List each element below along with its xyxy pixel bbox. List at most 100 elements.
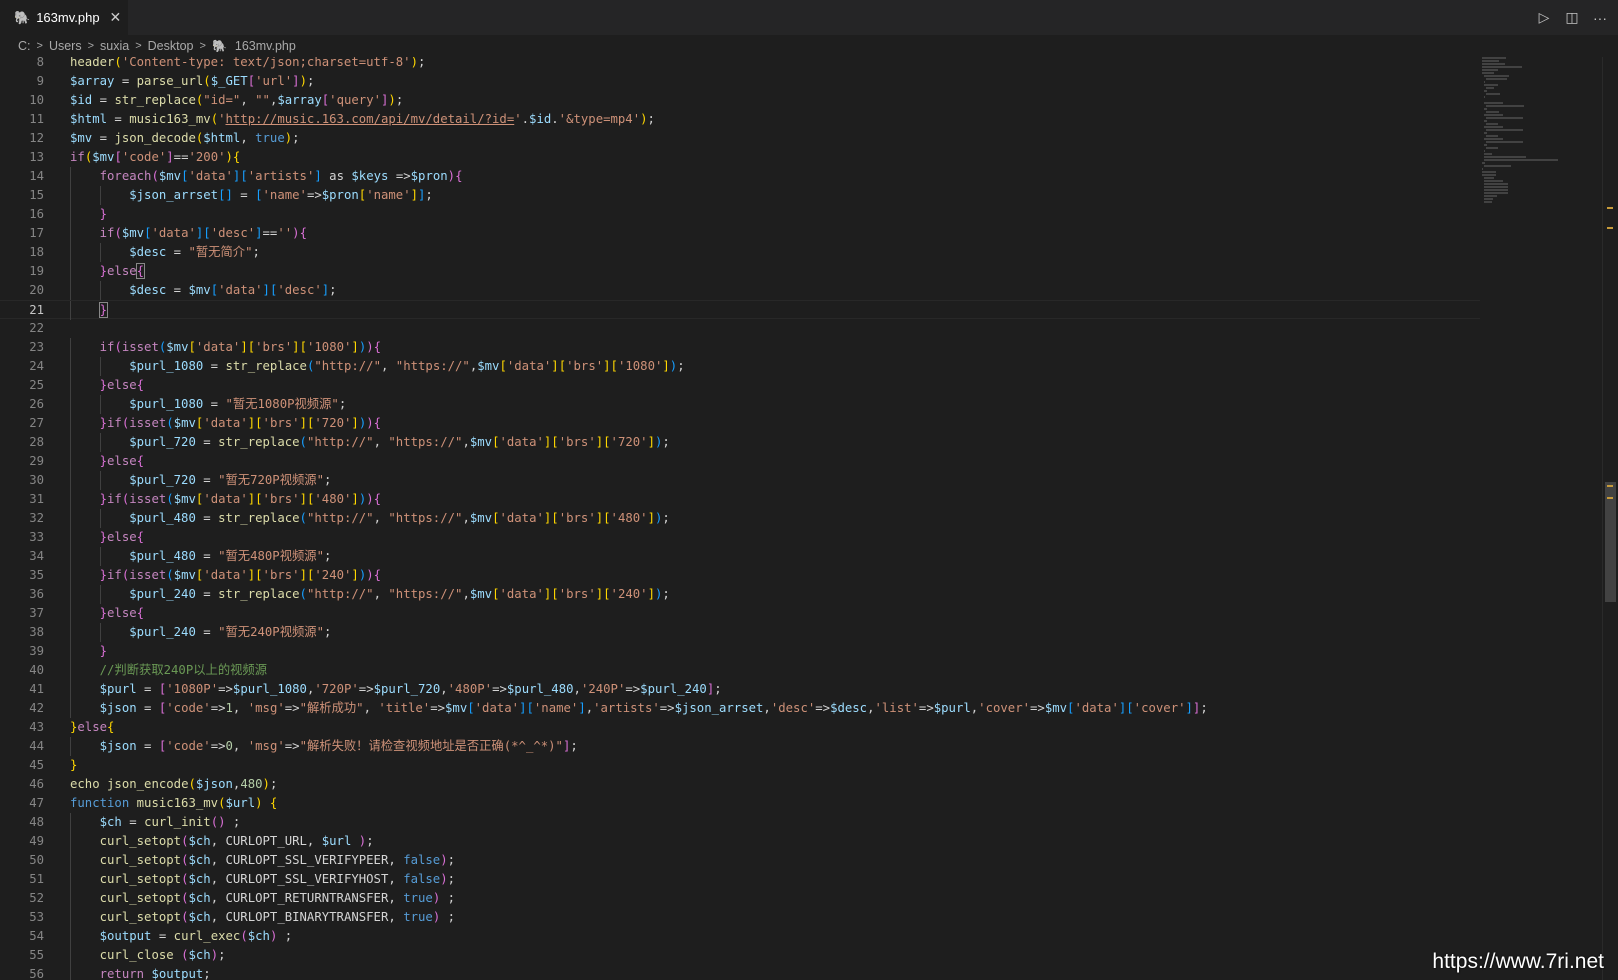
code-line[interactable]: 15 $json_arrset[] = ['name'=>$pron['name… xyxy=(0,186,1480,205)
code-text[interactable]: curl_setopt($ch, CURLOPT_SSL_VERIFYPEER,… xyxy=(70,851,455,870)
code-text[interactable]: curl_close ($ch); xyxy=(70,946,226,965)
scrollbar-thumb[interactable] xyxy=(1605,482,1616,602)
code-text[interactable]: header('Content-type: text/json;charset=… xyxy=(70,57,425,72)
code-line[interactable]: 51 curl_setopt($ch, CURLOPT_SSL_VERIFYHO… xyxy=(0,870,1480,889)
breadcrumb-item-desktop[interactable]: Desktop xyxy=(148,39,194,53)
code-text[interactable]: $purl_480 = "暂无480P视频源"; xyxy=(70,547,331,566)
code-line[interactable]: 55 curl_close ($ch); xyxy=(0,946,1480,965)
code-text[interactable]: $purl = ['1080P'=>$purl_1080,'720P'=>$pu… xyxy=(70,680,722,699)
code-line[interactable]: 25 }else{ xyxy=(0,376,1480,395)
code-line[interactable]: 12 $mv = json_decode($html, true); xyxy=(0,129,1480,148)
code-line[interactable]: 36 $purl_240 = str_replace("http://", "h… xyxy=(0,585,1480,604)
code-text[interactable]: $ch = curl_init() ; xyxy=(70,813,241,832)
code-text[interactable]: $mv = json_decode($html, true); xyxy=(70,129,300,148)
minimap[interactable] xyxy=(1482,57,1602,247)
code-text[interactable]: curl_setopt($ch, CURLOPT_URL, $url ); xyxy=(70,832,374,851)
code-text[interactable]: if(isset($mv['data']['brs']['1080'])){ xyxy=(70,338,381,357)
code-text[interactable]: }if(isset($mv['data']['brs']['240'])){ xyxy=(70,566,381,585)
code-line[interactable]: 44 $json = ['code'=>0, 'msg'=>"解析失败！请检查视… xyxy=(0,737,1480,756)
code-line[interactable]: 26 $purl_1080 = "暂无1080P视频源"; xyxy=(0,395,1480,414)
code-text[interactable]: }else{ xyxy=(70,528,144,547)
code-line[interactable]: 18 $desc = "暂无简介"; xyxy=(0,243,1480,262)
code-line[interactable]: 24 $purl_1080 = str_replace("http://", "… xyxy=(0,357,1480,376)
code-text[interactable]: }else{ xyxy=(70,604,144,623)
code-line[interactable]: 42 $json = ['code'=>1, 'msg'=>"解析成功", 't… xyxy=(0,699,1480,718)
code-text[interactable]: $html = music163_mv('http://music.163.co… xyxy=(70,110,655,129)
code-line[interactable]: 22 xyxy=(0,319,1480,338)
code-text[interactable]: }else{ xyxy=(70,262,146,281)
breadcrumb-item-file[interactable]: 163mv.php xyxy=(235,39,296,53)
code-line[interactable]: 8 header('Content-type: text/json;charset… xyxy=(0,57,1480,72)
code-text[interactable]: } xyxy=(70,756,77,775)
code-line[interactable]: 33 }else{ xyxy=(0,528,1480,547)
code-text[interactable]: //判断获取240P以上的视频源 xyxy=(70,661,267,680)
code-text[interactable]: curl_setopt($ch, CURLOPT_BINARYTRANSFER,… xyxy=(70,908,455,927)
code-line[interactable]: 13 if($mv['code']=='200'){ xyxy=(0,148,1480,167)
code-text[interactable]: curl_setopt($ch, CURLOPT_SSL_VERIFYHOST,… xyxy=(70,870,455,889)
code-line[interactable]: 46 echo json_encode($json,480); xyxy=(0,775,1480,794)
tab-163mv-php[interactable]: 🐘 163mv.php ✕ xyxy=(0,0,128,35)
code-text[interactable]: foreach($mv['data']['artists'] as $keys … xyxy=(70,167,463,186)
code-line[interactable]: 27 }if(isset($mv['data']['brs']['720']))… xyxy=(0,414,1480,433)
code-line[interactable]: 23 if(isset($mv['data']['brs']['1080']))… xyxy=(0,338,1480,357)
code-line[interactable]: 10 $id = str_replace("id=", "",$array['qu… xyxy=(0,91,1480,110)
code-text[interactable]: }else{ xyxy=(70,452,144,471)
code-text[interactable]: echo json_encode($json,480); xyxy=(70,775,277,794)
code-text[interactable]: $output = curl_exec($ch) ; xyxy=(70,927,293,946)
code-line[interactable]: 30 $purl_720 = "暂无720P视频源"; xyxy=(0,471,1480,490)
code-line[interactable]: 49 curl_setopt($ch, CURLOPT_URL, $url ); xyxy=(0,832,1480,851)
code-line[interactable]: 35 }if(isset($mv['data']['brs']['240']))… xyxy=(0,566,1480,585)
code-text[interactable]: $desc = "暂无简介"; xyxy=(70,243,260,262)
code-line[interactable]: 39 } xyxy=(0,642,1480,661)
code-line[interactable]: 40 //判断获取240P以上的视频源 xyxy=(0,661,1480,680)
code-text[interactable]: $purl_480 = str_replace("http://", "http… xyxy=(70,509,670,528)
code-text[interactable]: if($mv['code']=='200'){ xyxy=(70,148,240,167)
code-text[interactable]: $purl_240 = str_replace("http://", "http… xyxy=(70,585,670,604)
split-editor-icon[interactable]: ◫ xyxy=(1564,9,1580,26)
code-text[interactable]: $json = ['code'=>1, 'msg'=>"解析成功", 'titl… xyxy=(70,699,1208,718)
code-text[interactable]: $desc = $mv['data']['desc']; xyxy=(70,281,336,300)
code-text[interactable]: }else{ xyxy=(70,376,144,395)
code-text[interactable]: }if(isset($mv['data']['brs']['720'])){ xyxy=(70,414,381,433)
code-text[interactable]: $json_arrset[] = ['name'=>$pron['name']]… xyxy=(70,186,433,205)
code-text[interactable]: }if(isset($mv['data']['brs']['480'])){ xyxy=(70,490,381,509)
code-text[interactable]: $json = ['code'=>0, 'msg'=>"解析失败！请检查视频地址… xyxy=(70,737,578,756)
code-text[interactable]: return $output; xyxy=(70,965,211,980)
code-text[interactable]: $purl_1080 = "暂无1080P视频源"; xyxy=(70,395,346,414)
code-line[interactable]: 37 }else{ xyxy=(0,604,1480,623)
code-line[interactable]: 53 curl_setopt($ch, CURLOPT_BINARYTRANSF… xyxy=(0,908,1480,927)
code-line[interactable]: 16 } xyxy=(0,205,1480,224)
code-text[interactable]: $purl_720 = "暂无720P视频源"; xyxy=(70,471,331,490)
code-line[interactable]: 54 $output = curl_exec($ch) ; xyxy=(0,927,1480,946)
code-line[interactable]: 14 foreach($mv['data']['artists'] as $ke… xyxy=(0,167,1480,186)
code-line[interactable]: 17 if($mv['data']['desc']==''){ xyxy=(0,224,1480,243)
code-text[interactable]: $purl_1080 = str_replace("http://", "htt… xyxy=(70,357,684,376)
code-line[interactable]: 28 $purl_720 = str_replace("http://", "h… xyxy=(0,433,1480,452)
code-line[interactable]: 31 }if(isset($mv['data']['brs']['480']))… xyxy=(0,490,1480,509)
code-text[interactable]: }else{ xyxy=(70,718,114,737)
code-text[interactable]: if($mv['data']['desc']==''){ xyxy=(70,224,307,243)
code-line[interactable]: 11 $html = music163_mv('http://music.163.… xyxy=(0,110,1480,129)
code-text[interactable]: } xyxy=(70,205,107,224)
run-icon[interactable]: ▷ xyxy=(1536,9,1552,26)
breadcrumb-item-users[interactable]: Users xyxy=(49,39,82,53)
close-icon[interactable]: ✕ xyxy=(110,9,122,26)
code-line[interactable]: 41 $purl = ['1080P'=>$purl_1080,'720P'=>… xyxy=(0,680,1480,699)
code-line[interactable]: 29 }else{ xyxy=(0,452,1480,471)
more-actions-icon[interactable]: ··· xyxy=(1592,10,1608,26)
code-line[interactable]: 32 $purl_480 = str_replace("http://", "h… xyxy=(0,509,1480,528)
code-line[interactable]: 48 $ch = curl_init() ; xyxy=(0,813,1480,832)
breadcrumb-item-drive[interactable]: C: xyxy=(18,39,31,53)
code-line[interactable]: 34 $purl_480 = "暂无480P视频源"; xyxy=(0,547,1480,566)
code-line[interactable]: 47 function music163_mv($url) { xyxy=(0,794,1480,813)
code-editor[interactable]: 8 header('Content-type: text/json;charset… xyxy=(0,57,1480,980)
code-line[interactable]: 38 $purl_240 = "暂无240P视频源"; xyxy=(0,623,1480,642)
code-line[interactable]: 19 }else{ xyxy=(0,262,1480,281)
code-text[interactable]: $array = parse_url($_GET['url']); xyxy=(70,72,314,91)
code-line[interactable]: 50 curl_setopt($ch, CURLOPT_SSL_VERIFYPE… xyxy=(0,851,1480,870)
code-text[interactable]: $purl_240 = "暂无240P视频源"; xyxy=(70,623,331,642)
code-line[interactable]: 20 $desc = $mv['data']['desc']; xyxy=(0,281,1480,300)
code-line[interactable]: 21 } xyxy=(0,300,1480,320)
code-line[interactable]: 52 curl_setopt($ch, CURLOPT_RETURNTRANSF… xyxy=(0,889,1480,908)
vertical-scrollbar[interactable] xyxy=(1602,57,1617,980)
